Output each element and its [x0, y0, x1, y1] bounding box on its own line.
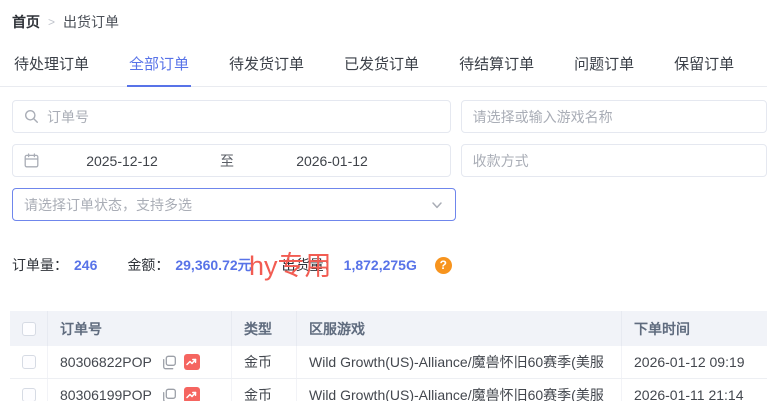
order-id: 80306822POP	[60, 354, 152, 370]
order-game: Wild Growth(US)-Alliance/魔兽怀旧60赛季(美服	[297, 346, 622, 378]
column-game: 区服游戏	[297, 311, 622, 346]
order-status-select[interactable]: 请选择订单状态，支持多选	[12, 188, 456, 221]
order-time: 2026-01-12 09:19	[622, 346, 767, 378]
column-order-time: 下单时间	[622, 311, 767, 346]
orders-table: 订单号 类型 区服游戏 下单时间 80306822POP 金币 Wild Gro…	[10, 311, 767, 401]
table-row[interactable]: 80306199POP 金币 Wild Growth(US)-Alliance/…	[10, 379, 767, 401]
tab-reserved[interactable]: 保留订单	[672, 45, 736, 87]
row-checkbox[interactable]	[22, 388, 36, 401]
table-row[interactable]: 80306822POP 金币 Wild Growth(US)-Alliance/…	[10, 346, 767, 379]
breadcrumb-separator: >	[48, 15, 55, 29]
filter-panel: 2025-12-12 至 2026-01-12 请选择订单状态，支持多选 hy专…	[0, 87, 767, 221]
order-status-placeholder: 请选择订单状态，支持多选	[24, 195, 192, 215]
summary-bar: 订单量： 246 金额： 29,360.72元 出货量： 1,872,275G …	[12, 255, 767, 275]
help-icon[interactable]: ?	[435, 257, 452, 274]
order-id: 80306199POP	[60, 387, 152, 401]
order-game: Wild Growth(US)-Alliance/魔兽怀旧60赛季(美服	[297, 379, 622, 401]
order-count-value: 246	[74, 257, 97, 273]
order-count-label: 订单量：	[12, 255, 68, 275]
hy-annotation-text: hy专用	[249, 244, 332, 283]
order-type: 金币	[232, 379, 297, 401]
tab-pending[interactable]: 待处理订单	[12, 45, 91, 87]
breadcrumb-home[interactable]: 首页	[12, 12, 40, 32]
start-date[interactable]: 2025-12-12	[47, 153, 197, 169]
column-type: 类型	[232, 311, 297, 346]
row-checkbox[interactable]	[22, 355, 36, 369]
amount-value: 29,360.72元	[175, 255, 251, 275]
tab-to-ship[interactable]: 待发货订单	[227, 45, 306, 87]
tab-all-orders[interactable]: 全部订单	[127, 45, 191, 87]
chart-image-icon[interactable]	[184, 354, 200, 370]
copy-icon[interactable]	[162, 355, 177, 370]
order-tabs: 待处理订单 全部订单 待发货订单 已发货订单 待结算订单 问题订单 保留订单	[0, 45, 767, 87]
tab-problem[interactable]: 问题订单	[572, 45, 636, 87]
game-name-box[interactable]	[461, 100, 767, 133]
copy-icon[interactable]	[162, 388, 177, 401]
breadcrumb-current: 出货订单	[63, 12, 119, 32]
order-count-stat: 订单量： 246	[12, 255, 97, 275]
game-name-input[interactable]	[473, 109, 755, 125]
shipment-value: 1,872,275G	[344, 257, 417, 273]
chart-image-icon[interactable]	[184, 387, 200, 401]
chevron-down-icon	[430, 198, 444, 212]
shipping-orders-page: 首页 > 出货订单 待处理订单 全部订单 待发货订单 已发货订单 待结算订单 问…	[0, 0, 767, 401]
table-header-row: 订单号 类型 区服游戏 下单时间	[10, 311, 767, 346]
amount-stat: 金额： 29,360.72元	[127, 255, 251, 275]
payment-method-input[interactable]	[473, 153, 755, 169]
tab-shipped[interactable]: 已发货订单	[342, 45, 421, 87]
order-type: 金币	[232, 346, 297, 378]
order-time: 2026-01-11 21:14	[622, 379, 767, 401]
calendar-icon	[24, 153, 39, 168]
select-all-checkbox[interactable]	[22, 322, 36, 336]
date-range-picker[interactable]: 2025-12-12 至 2026-01-12	[12, 144, 451, 177]
date-range-separator: 至	[197, 151, 257, 171]
column-order-id: 订单号	[48, 311, 232, 346]
end-date[interactable]: 2026-01-12	[257, 153, 407, 169]
search-icon	[24, 109, 39, 124]
amount-label: 金额：	[127, 255, 169, 275]
order-number-input[interactable]	[47, 109, 439, 125]
tab-to-settle[interactable]: 待结算订单	[457, 45, 536, 87]
breadcrumb: 首页 > 出货订单	[0, 0, 767, 32]
order-number-search-box[interactable]	[12, 100, 451, 133]
payment-method-box[interactable]	[461, 144, 767, 177]
